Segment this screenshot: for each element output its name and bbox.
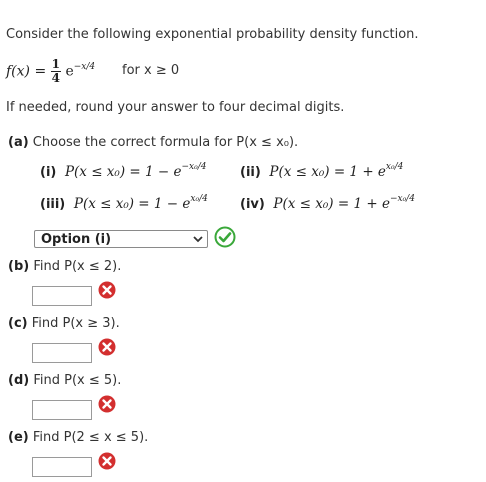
option-ii-formula: P(x ≤ x₀) = 1 + e: [269, 164, 386, 180]
correct-check-icon: [214, 226, 236, 248]
chevron-down-icon: [193, 233, 203, 249]
formula-select-value: Option (i): [41, 232, 112, 247]
part-b-answer-input[interactable]: [32, 286, 92, 306]
part-a-question: (a) Choose the correct formula for P(x ≤…: [8, 135, 298, 150]
part-e-question: (e) Find P(2 ≤ x ≤ 5).: [8, 430, 148, 445]
part-c-prompt: Find P(x ≥ 3).: [31, 316, 120, 331]
part-b-prompt: Find P(x ≤ 2).: [33, 259, 122, 274]
part-d-label: (d): [8, 373, 30, 388]
rounding-note: If needed, round your answer to four dec…: [6, 100, 345, 115]
pdf-exponent: −x/4: [73, 61, 96, 72]
option-ii: (ii) P(x ≤ x₀) = 1 + ex₀/4: [240, 162, 404, 180]
pdf-frac-den: 4: [51, 71, 60, 85]
option-iii-tag: (iii): [40, 197, 66, 212]
part-e-label: (e): [8, 430, 29, 445]
part-b-label: (b): [8, 259, 30, 274]
pdf-frac-num: 1: [50, 57, 61, 72]
option-ii-exp: x₀/4: [385, 162, 404, 172]
part-e-prompt: Find P(2 ≤ x ≤ 5).: [32, 430, 149, 445]
incorrect-x-icon: [98, 452, 116, 470]
option-iv: (iv) P(x ≤ x₀) = 1 + e−x₀/4: [240, 194, 415, 212]
intro-text: Consider the following exponential proba…: [6, 27, 419, 42]
option-iv-exp: −x₀/4: [389, 194, 415, 204]
option-i-exp: −x₀/4: [181, 162, 207, 172]
part-a-label: (a): [8, 135, 29, 150]
part-d-answer-input[interactable]: [32, 400, 92, 420]
option-iv-tag: (iv): [240, 197, 265, 212]
option-iv-formula: P(x ≤ x₀) = 1 + e: [273, 196, 390, 212]
part-c-question: (c) Find P(x ≥ 3).: [8, 316, 120, 331]
pdf-formula: f(x) = 14 e−x/4: [6, 58, 95, 85]
option-ii-tag: (ii): [240, 165, 261, 180]
incorrect-x-icon: [98, 395, 116, 413]
option-iii-formula: P(x ≤ x₀) = 1 − e: [73, 196, 191, 212]
pdf-condition: for x ≥ 0: [122, 63, 180, 78]
incorrect-x-icon: [98, 338, 116, 356]
part-c-answer-input[interactable]: [32, 343, 92, 363]
option-i-formula: P(x ≤ x₀) = 1 − e: [64, 164, 182, 180]
incorrect-x-icon: [98, 281, 116, 299]
option-iii: (iii) P(x ≤ x₀) = 1 − ex₀/4: [40, 194, 208, 212]
option-iii-exp: x₀/4: [190, 194, 208, 204]
option-i-tag: (i): [40, 165, 57, 180]
formula-select[interactable]: Option (i): [34, 230, 208, 248]
part-c-label: (c): [8, 316, 28, 331]
pdf-lhs: f(x) =: [6, 63, 47, 80]
pdf-fraction: 14: [50, 57, 61, 85]
option-i: (i) P(x ≤ x₀) = 1 − e−x₀/4: [40, 162, 207, 180]
part-a-prompt: Choose the correct formula for P(x ≤ x₀)…: [32, 135, 299, 150]
part-d-prompt: Find P(x ≤ 5).: [33, 373, 122, 388]
part-d-question: (d) Find P(x ≤ 5).: [8, 373, 121, 388]
part-e-answer-input[interactable]: [32, 457, 92, 477]
pdf-base: e: [65, 63, 74, 80]
part-b-question: (b) Find P(x ≤ 2).: [8, 259, 121, 274]
